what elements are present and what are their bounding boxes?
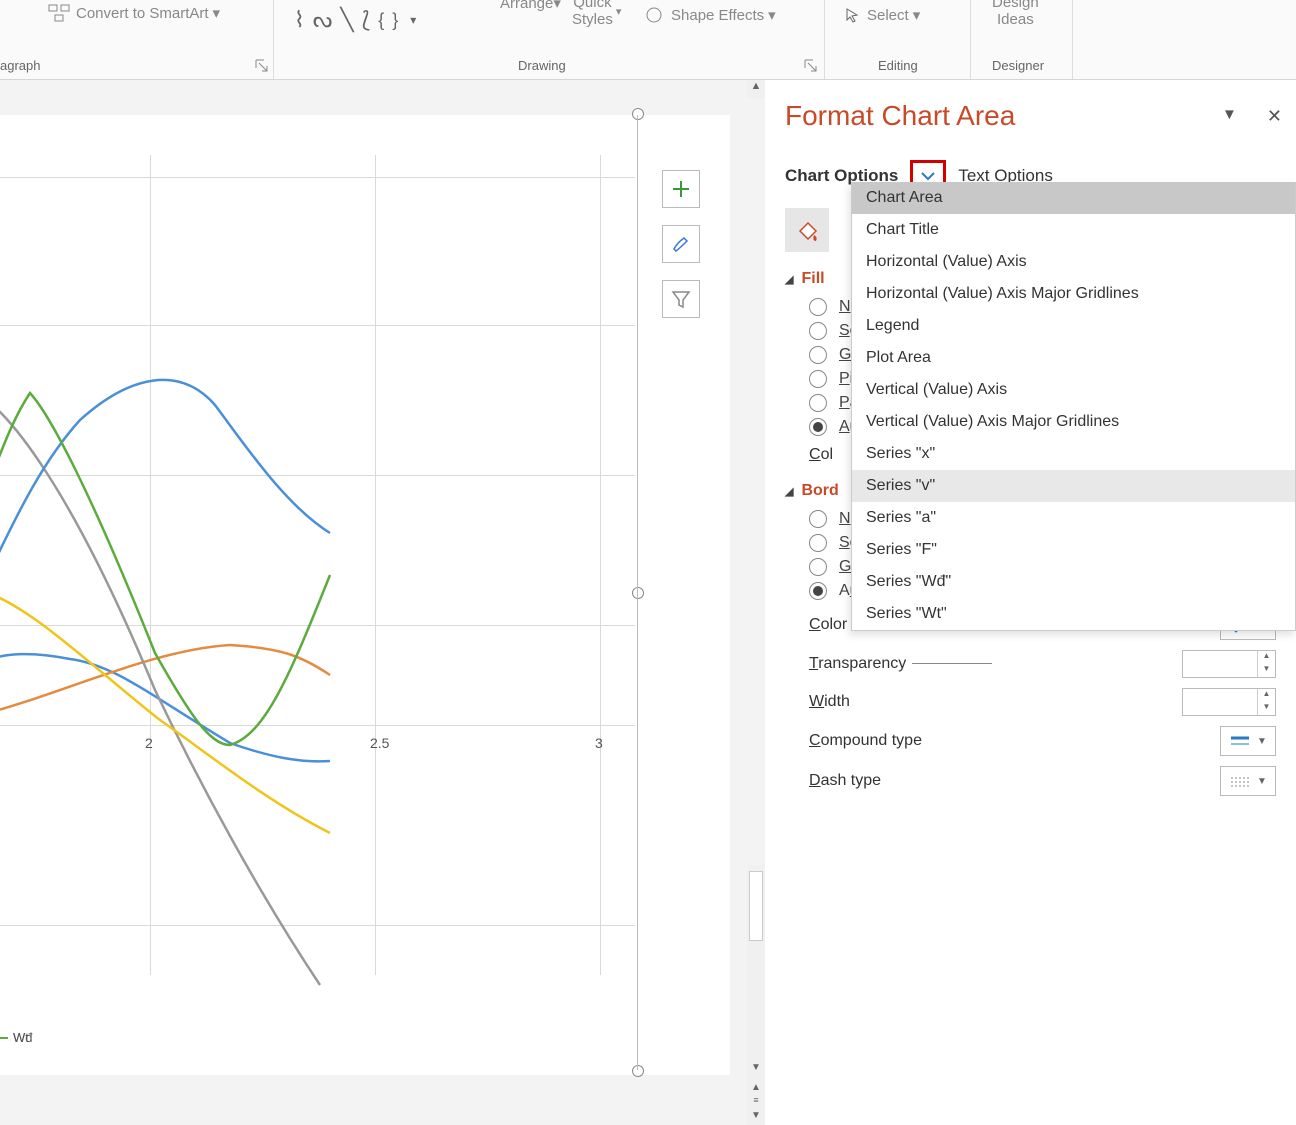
effects-icon bbox=[645, 6, 665, 24]
quick-styles-button[interactable]: Quick Styles ▾ bbox=[572, 0, 621, 28]
group-label-paragraph: agraph bbox=[0, 58, 40, 73]
x-tick: 2.5 bbox=[370, 735, 389, 751]
shape-effects-button[interactable]: Shape Effects▾ bbox=[645, 6, 776, 24]
x-tick: 2 bbox=[145, 735, 153, 751]
shape-gallery[interactable]: ⌇ᔓ╲⟅{}▾ bbox=[290, 2, 490, 38]
slide-canvas[interactable]: ▲ bbox=[0, 80, 765, 1125]
plus-icon bbox=[670, 178, 692, 200]
selection-handle[interactable] bbox=[632, 108, 644, 120]
cursor-icon bbox=[845, 7, 861, 23]
fill-line-tab-icon[interactable] bbox=[785, 208, 829, 252]
chart-filter-button[interactable] bbox=[662, 280, 700, 318]
ribbon: Convert to SmartArt ▾ ⌇ᔓ╲⟅{}▾ Arrange▾ Q… bbox=[0, 0, 1296, 80]
dropdown-item[interactable]: Series "F" bbox=[852, 534, 1295, 566]
dropdown-item[interactable]: Series "Wt" bbox=[852, 598, 1295, 630]
dropdown-item[interactable]: Series "v" bbox=[852, 470, 1295, 502]
chart-elements-dropdown[interactable]: Chart AreaChart TitleHorizontal (Value) … bbox=[851, 182, 1296, 631]
dropdown-item[interactable]: Chart Title bbox=[852, 214, 1295, 246]
x-tick: 3 bbox=[595, 735, 603, 751]
dialog-launcher-icon[interactable] bbox=[255, 59, 269, 73]
width-row[interactable]: Width ▲▼ bbox=[809, 688, 1296, 716]
transparency-spinner[interactable]: ▲▼ bbox=[1182, 650, 1276, 678]
dropdown-item[interactable]: Legend bbox=[852, 310, 1295, 342]
pane-menu-button[interactable]: ▼ bbox=[1222, 106, 1237, 127]
chevron-down-icon bbox=[919, 169, 937, 183]
dash-type-button[interactable]: ▼ bbox=[1220, 766, 1276, 796]
dropdown-item[interactable]: Series "a" bbox=[852, 502, 1295, 534]
compound-icon bbox=[1229, 734, 1251, 748]
dropdown-item[interactable]: Series "x" bbox=[852, 438, 1295, 470]
dash-row[interactable]: Dash type ▼ bbox=[809, 766, 1296, 796]
dropdown-item[interactable]: Horizontal (Value) Axis bbox=[852, 246, 1295, 278]
dropdown-item[interactable]: Plot Area bbox=[852, 342, 1295, 374]
series-bluewave[interactable] bbox=[0, 380, 330, 590]
compound-type-button[interactable]: ▼ bbox=[1220, 726, 1276, 756]
scroll-up-button[interactable]: ▲ bbox=[747, 80, 765, 98]
chevron-down-icon: ▾ bbox=[213, 4, 221, 22]
chart-series bbox=[0, 155, 635, 1025]
scrollbar[interactable]: ▼ ▲ ≡ ▼ bbox=[747, 865, 765, 1125]
selection-handle[interactable] bbox=[632, 1065, 644, 1077]
dialog-launcher-icon[interactable] bbox=[804, 59, 818, 73]
dropdown-item[interactable]: Chart Area bbox=[852, 182, 1295, 214]
dropdown-item[interactable]: Vertical (Value) Axis Major Gridlines bbox=[852, 406, 1295, 438]
smartart-icon bbox=[48, 4, 70, 22]
select-button[interactable]: Select▾ bbox=[845, 6, 920, 24]
dropdown-item[interactable]: Horizontal (Value) Axis Major Gridlines bbox=[852, 278, 1295, 310]
width-spinner[interactable]: ▲▼ bbox=[1182, 688, 1276, 716]
close-icon[interactable]: ✕ bbox=[1267, 106, 1282, 127]
chart-elements-button[interactable] bbox=[662, 170, 700, 208]
group-label-designer: Designer bbox=[992, 58, 1044, 73]
brush-icon bbox=[670, 233, 692, 255]
group-label-drawing: Drawing bbox=[518, 58, 566, 73]
workspace: ▲ bbox=[0, 80, 765, 1125]
paint-bucket-icon bbox=[794, 217, 820, 243]
pane-title: Format Chart Area bbox=[785, 100, 1296, 132]
transparency-row[interactable]: Transparency ▲▼ bbox=[809, 650, 1296, 678]
series-gray[interactable] bbox=[0, 395, 320, 985]
dash-icon bbox=[1229, 774, 1251, 788]
chart-plot-area[interactable]: 22.53 WđWt bbox=[0, 155, 635, 975]
chart-object[interactable]: 22.53 WđWt bbox=[0, 115, 730, 1075]
design-ideas-button[interactable]: Design Ideas bbox=[992, 0, 1039, 28]
group-label-editing: Editing bbox=[878, 58, 918, 73]
dropdown-item[interactable]: Vertical (Value) Axis bbox=[852, 374, 1295, 406]
convert-smartart-button[interactable]: Convert to SmartArt ▾ bbox=[48, 4, 220, 22]
compound-row[interactable]: Compound type ▼ bbox=[809, 726, 1296, 756]
funnel-icon bbox=[670, 288, 692, 310]
legend-item[interactable]: Wt bbox=[0, 1030, 29, 1045]
dropdown-item[interactable]: Series "Wđ" bbox=[852, 566, 1295, 598]
arrange-button[interactable]: Arrange▾ bbox=[500, 0, 561, 12]
chart-styles-button[interactable] bbox=[662, 225, 700, 263]
series-green[interactable] bbox=[0, 393, 330, 745]
